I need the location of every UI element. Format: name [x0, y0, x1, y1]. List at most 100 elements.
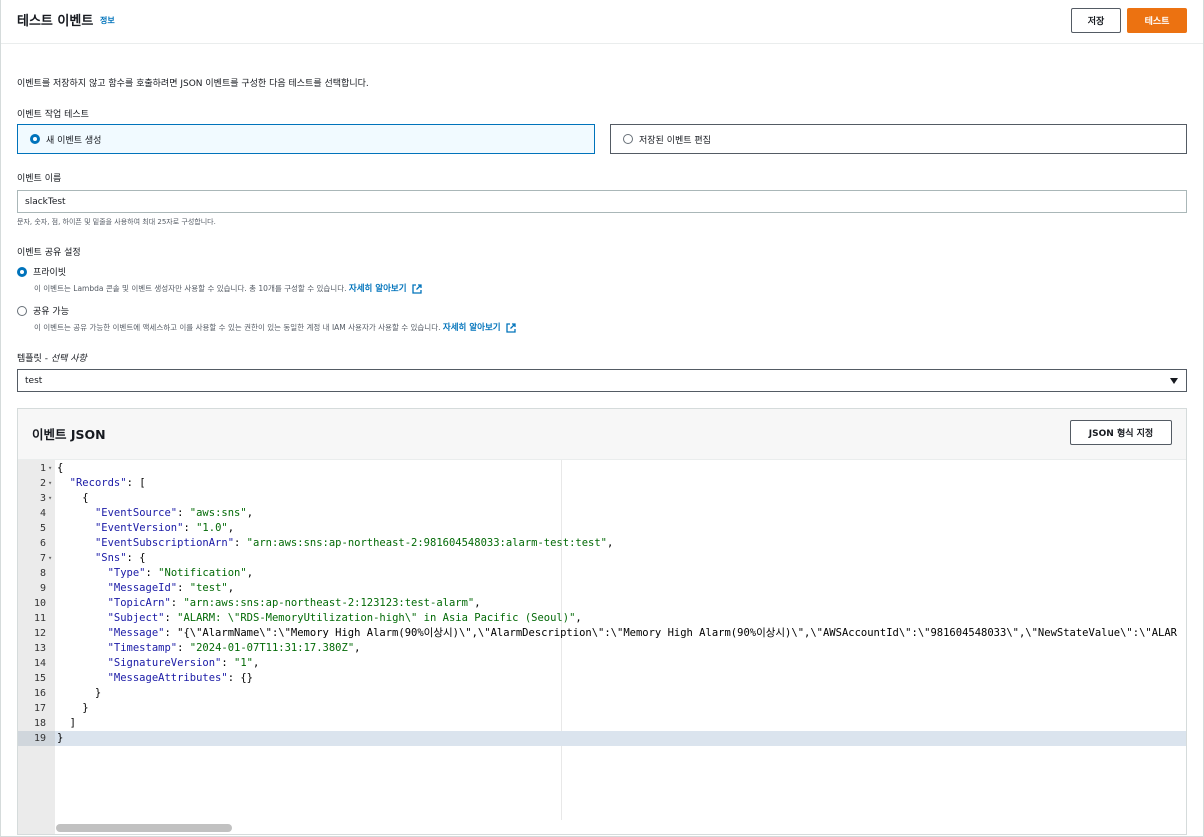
code-text: "TopicArn": "arn:aws:sns:ap-northeast-2:… — [107, 597, 481, 609]
private-desc-text: 이 이벤트는 Lambda 콘솔 및 이벤트 생성자만 사용할 수 있습니다. … — [34, 284, 347, 293]
event-json-panel: 이벤트 JSON JSON 형식 지정 1 ▾{2 ▾ "Records": [3 ▾… — [17, 408, 1187, 835]
code-text: } — [57, 702, 89, 714]
code-text: ] — [57, 717, 76, 729]
fold-toggle-icon[interactable]: ▾ — [48, 491, 52, 506]
code-line[interactable]: 12 "Message": "{\"AlarmName\":\"Memory H… — [18, 626, 1186, 641]
line-number: 17 — [33, 703, 46, 714]
panel-header: 테스트 이벤트 정보 저장 테스트 — [1, 0, 1203, 44]
code-text: "EventSource": "aws:sns", — [94, 507, 254, 519]
code-text: "Message": "{\"AlarmName\":\"Memory High… — [107, 627, 1177, 639]
format-json-button[interactable]: JSON 형식 지정 — [1070, 420, 1172, 445]
edit-saved-event-tile[interactable]: 저장된 이벤트 편집 — [610, 124, 1187, 154]
code-line[interactable]: 9 "MessageId": "test", — [18, 581, 1186, 596]
code-line[interactable]: 17 } — [18, 701, 1186, 716]
line-number: 3 — [39, 493, 46, 504]
event-action-label: 이벤트 작업 테스트 — [17, 110, 89, 120]
code-line[interactable]: 6 "EventSubscriptionArn": "arn:aws:sns:a… — [18, 536, 1186, 551]
create-new-event-tile[interactable]: 새 이벤트 생성 — [17, 124, 595, 154]
panel-description: 이벤트를 저장하지 않고 함수를 호출하려면 JSON 이벤트를 구성한 다음 … — [17, 79, 369, 89]
event-name-label: 이벤트 이름 — [17, 174, 62, 184]
learn-more-link[interactable]: 자세히 알아보기 — [349, 284, 407, 294]
code-line[interactable]: 18 ] — [18, 716, 1186, 731]
line-number: 9 — [39, 583, 46, 594]
fold-toggle-icon[interactable]: ▾ — [48, 551, 52, 566]
code-text: } — [57, 687, 102, 699]
code-line[interactable]: 7 ▾ "Sns": { — [18, 551, 1186, 566]
code-line[interactable]: 3 ▾ { — [18, 491, 1186, 506]
code-text: "Sns": { — [94, 552, 146, 564]
code-text: { — [57, 492, 89, 504]
code-line[interactable]: 2 ▾ "Records": [ — [18, 476, 1186, 491]
event-name-hint: 문자, 숫자, 점, 하이픈 및 밑줄을 사용하여 최대 25자로 구성합니다. — [17, 218, 216, 226]
line-number: 2 — [39, 478, 46, 489]
code-line[interactable]: 19} — [18, 731, 1186, 746]
line-number: 18 — [33, 718, 46, 729]
radio-unselected-icon[interactable] — [623, 134, 633, 144]
private-label: 프라이빗 — [33, 268, 67, 278]
learn-more-link[interactable]: 자세히 알아보기 — [443, 323, 501, 333]
event-name-input[interactable]: slackTest — [17, 190, 1187, 213]
test-event-panel: 테스트 이벤트 정보 저장 테스트 이벤트를 저장하지 않고 함수를 호출하려면… — [0, 0, 1204, 837]
edit-saved-event-label: 저장된 이벤트 편집 — [639, 135, 711, 146]
template-select[interactable]: test — [17, 369, 1187, 392]
template-select-value: test — [25, 375, 43, 386]
line-number: 16 — [33, 688, 46, 699]
shareable-desc-text: 이 이벤트는 공유 가능한 이벤트에 액세스하고 이를 사용할 수 있는 권한이… — [34, 323, 441, 332]
code-line[interactable]: 14 "SignatureVersion": "1", — [18, 656, 1186, 671]
save-button[interactable]: 저장 — [1071, 8, 1121, 33]
shareable-description: 이 이벤트는 공유 가능한 이벤트에 액세스하고 이를 사용할 수 있는 권한이… — [34, 321, 516, 333]
horizontal-scrollbar[interactable] — [56, 824, 232, 832]
line-number: 11 — [33, 613, 46, 624]
line-number: 15 — [33, 673, 46, 684]
code-line[interactable]: 13 "Timestamp": "2024-01-07T11:31:17.380… — [18, 641, 1186, 656]
radio-unselected-icon[interactable] — [17, 305, 27, 316]
radio-selected-icon[interactable] — [30, 134, 40, 144]
line-number: 6 — [39, 538, 46, 549]
template-label-text: 템플릿 - — [17, 354, 51, 364]
code-line[interactable]: 1 ▾ { — [18, 461, 1186, 476]
shareable-option[interactable]: 공유 가능 — [17, 304, 69, 317]
event-json-title: 이벤트 JSON — [32, 427, 106, 442]
caret-down-icon — [1170, 378, 1178, 384]
code-editor[interactable]: 1 ▾{2 ▾ "Records": [3 ▾ {4 "EventSource": "… — [18, 459, 1186, 834]
line-number: 14 — [33, 658, 46, 669]
code-line[interactable]: 10 "TopicArn": "arn:aws:sns:ap-northeast… — [18, 596, 1186, 611]
code-text: "Type": "Notification", — [107, 567, 254, 579]
private-option[interactable]: 프라이빗 — [17, 265, 66, 278]
external-link-icon[interactable] — [506, 323, 516, 333]
fold-toggle-icon[interactable]: ▾ — [48, 461, 52, 476]
info-link[interactable]: 정보 — [100, 15, 115, 26]
code-text: "MessageAttributes": {} — [107, 672, 253, 684]
code-line[interactable]: 5 "EventVersion": "1.0", — [18, 521, 1186, 536]
fold-toggle-icon[interactable]: ▾ — [48, 476, 52, 491]
line-number: 5 — [39, 523, 46, 534]
code-line[interactable]: 4 "EventSource": "aws:sns", — [18, 506, 1186, 521]
line-number: 8 — [39, 568, 46, 579]
code-text: "Records": [ — [69, 477, 146, 489]
code-text: } — [57, 732, 64, 744]
panel-title: 테스트 이벤트 — [17, 14, 94, 29]
create-new-event-label: 새 이벤트 생성 — [46, 135, 102, 146]
code-line[interactable]: 11 "Subject": "ALARM: \"RDS-MemoryUtiliz… — [18, 611, 1186, 626]
code-line[interactable]: 8 "Type": "Notification", — [18, 566, 1186, 581]
code-line[interactable]: 15 "MessageAttributes": {} — [18, 671, 1186, 686]
shareable-label: 공유 가능 — [33, 307, 69, 317]
code-text: "EventVersion": "1.0", — [94, 522, 235, 534]
line-number: 12 — [33, 628, 46, 639]
code-text: "SignatureVersion": "1", — [107, 657, 260, 669]
private-description: 이 이벤트는 Lambda 콘솔 및 이벤트 생성자만 사용할 수 있습니다. … — [34, 282, 422, 294]
line-number: 13 — [33, 643, 46, 654]
template-label: 템플릿 - 선택 사항 — [17, 351, 87, 364]
line-number: 10 — [33, 598, 46, 609]
code-text: "Subject": "ALARM: \"RDS-MemoryUtilizati… — [107, 612, 582, 624]
radio-selected-icon[interactable] — [17, 266, 27, 277]
line-number: 7 — [39, 553, 46, 564]
test-button[interactable]: 테스트 — [1127, 8, 1187, 33]
code-text: { — [57, 462, 64, 474]
external-link-icon[interactable] — [412, 284, 422, 294]
line-number: 19 — [33, 733, 46, 744]
sharing-label: 이벤트 공유 설정 — [17, 248, 81, 258]
template-optional-text: 선택 사항 — [50, 354, 87, 364]
line-number: 4 — [39, 508, 46, 519]
code-line[interactable]: 16 } — [18, 686, 1186, 701]
